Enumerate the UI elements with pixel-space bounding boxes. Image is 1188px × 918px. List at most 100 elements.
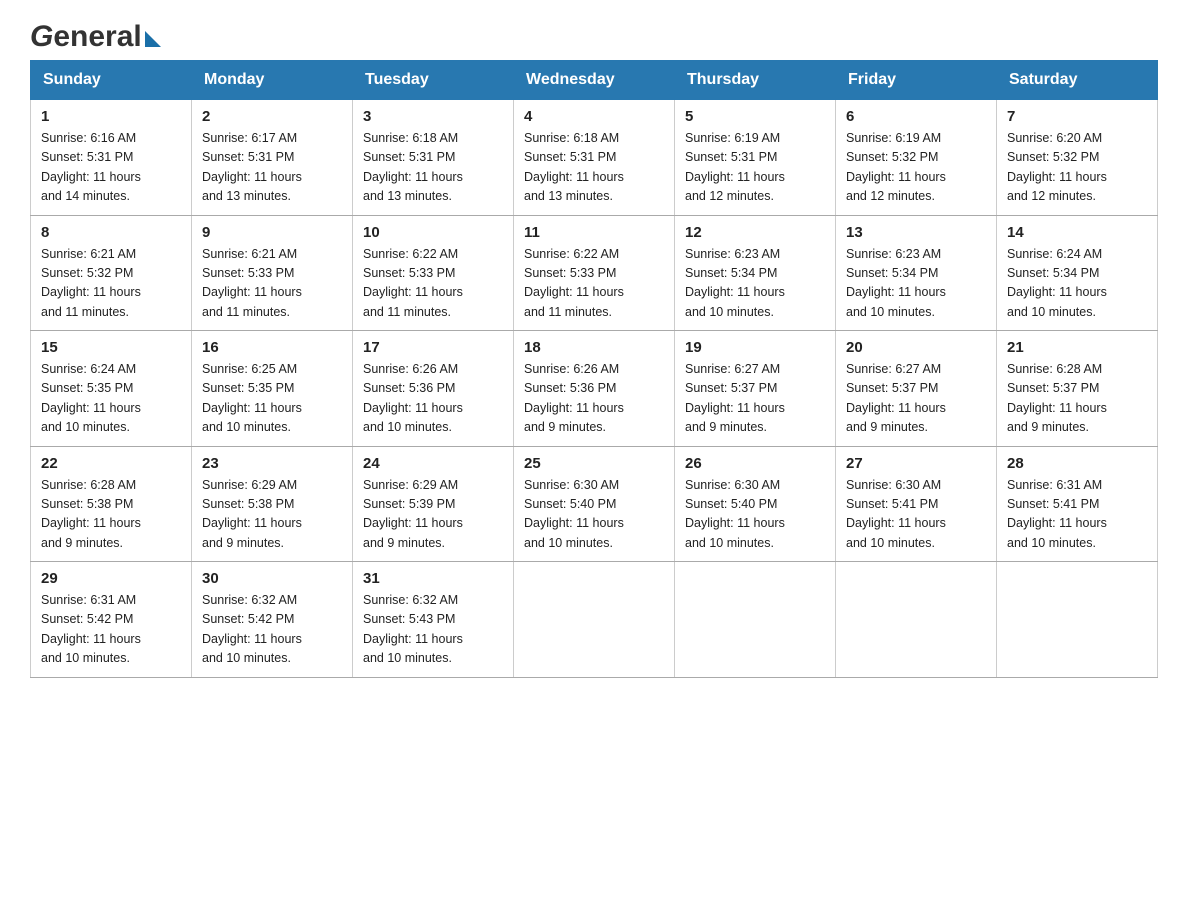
calendar-week-row: 22 Sunrise: 6:28 AMSunset: 5:38 PMDaylig… <box>31 446 1158 562</box>
day-number: 27 <box>846 455 986 472</box>
calendar-cell: 16 Sunrise: 6:25 AMSunset: 5:35 PMDaylig… <box>192 331 353 447</box>
calendar-cell: 30 Sunrise: 6:32 AMSunset: 5:42 PMDaylig… <box>192 562 353 678</box>
day-info: Sunrise: 6:31 AMSunset: 5:42 PMDaylight:… <box>41 591 181 669</box>
day-info: Sunrise: 6:16 AMSunset: 5:31 PMDaylight:… <box>41 129 181 207</box>
day-info: Sunrise: 6:23 AMSunset: 5:34 PMDaylight:… <box>685 245 825 323</box>
calendar-table: SundayMondayTuesdayWednesdayThursdayFrid… <box>30 60 1158 678</box>
day-info: Sunrise: 6:29 AMSunset: 5:38 PMDaylight:… <box>202 476 342 554</box>
calendar-cell: 3 Sunrise: 6:18 AMSunset: 5:31 PMDayligh… <box>353 100 514 216</box>
day-info: Sunrise: 6:22 AMSunset: 5:33 PMDaylight:… <box>524 245 664 323</box>
day-info: Sunrise: 6:30 AMSunset: 5:40 PMDaylight:… <box>685 476 825 554</box>
day-number: 19 <box>685 339 825 356</box>
day-number: 12 <box>685 224 825 241</box>
day-info: Sunrise: 6:29 AMSunset: 5:39 PMDaylight:… <box>363 476 503 554</box>
day-number: 17 <box>363 339 503 356</box>
day-info: Sunrise: 6:31 AMSunset: 5:41 PMDaylight:… <box>1007 476 1147 554</box>
header-saturday: Saturday <box>997 61 1158 100</box>
calendar-cell: 26 Sunrise: 6:30 AMSunset: 5:40 PMDaylig… <box>675 446 836 562</box>
day-info: Sunrise: 6:26 AMSunset: 5:36 PMDaylight:… <box>524 360 664 438</box>
day-number: 15 <box>41 339 181 356</box>
day-number: 20 <box>846 339 986 356</box>
day-number: 21 <box>1007 339 1147 356</box>
day-info: Sunrise: 6:22 AMSunset: 5:33 PMDaylight:… <box>363 245 503 323</box>
day-number: 7 <box>1007 108 1147 125</box>
calendar-cell: 7 Sunrise: 6:20 AMSunset: 5:32 PMDayligh… <box>997 100 1158 216</box>
day-number: 28 <box>1007 455 1147 472</box>
calendar-cell: 9 Sunrise: 6:21 AMSunset: 5:33 PMDayligh… <box>192 215 353 331</box>
calendar-cell: 18 Sunrise: 6:26 AMSunset: 5:36 PMDaylig… <box>514 331 675 447</box>
day-info: Sunrise: 6:18 AMSunset: 5:31 PMDaylight:… <box>524 129 664 207</box>
calendar-header-row: SundayMondayTuesdayWednesdayThursdayFrid… <box>31 61 1158 100</box>
day-info: Sunrise: 6:28 AMSunset: 5:37 PMDaylight:… <box>1007 360 1147 438</box>
logo-eneral: eneral <box>53 20 141 54</box>
day-info: Sunrise: 6:27 AMSunset: 5:37 PMDaylight:… <box>846 360 986 438</box>
calendar-cell: 11 Sunrise: 6:22 AMSunset: 5:33 PMDaylig… <box>514 215 675 331</box>
day-number: 2 <box>202 108 342 125</box>
calendar-cell: 14 Sunrise: 6:24 AMSunset: 5:34 PMDaylig… <box>997 215 1158 331</box>
day-number: 26 <box>685 455 825 472</box>
day-number: 11 <box>524 224 664 241</box>
calendar-cell: 20 Sunrise: 6:27 AMSunset: 5:37 PMDaylig… <box>836 331 997 447</box>
calendar-cell: 1 Sunrise: 6:16 AMSunset: 5:31 PMDayligh… <box>31 100 192 216</box>
logo-row1: G eneral <box>30 20 161 54</box>
calendar-cell: 28 Sunrise: 6:31 AMSunset: 5:41 PMDaylig… <box>997 446 1158 562</box>
calendar-cell: 6 Sunrise: 6:19 AMSunset: 5:32 PMDayligh… <box>836 100 997 216</box>
day-info: Sunrise: 6:27 AMSunset: 5:37 PMDaylight:… <box>685 360 825 438</box>
day-number: 3 <box>363 108 503 125</box>
calendar-week-row: 29 Sunrise: 6:31 AMSunset: 5:42 PMDaylig… <box>31 562 1158 678</box>
day-number: 13 <box>846 224 986 241</box>
header-thursday: Thursday <box>675 61 836 100</box>
day-info: Sunrise: 6:18 AMSunset: 5:31 PMDaylight:… <box>363 129 503 207</box>
calendar-cell: 25 Sunrise: 6:30 AMSunset: 5:40 PMDaylig… <box>514 446 675 562</box>
day-number: 18 <box>524 339 664 356</box>
day-number: 24 <box>363 455 503 472</box>
calendar-cell: 2 Sunrise: 6:17 AMSunset: 5:31 PMDayligh… <box>192 100 353 216</box>
header-friday: Friday <box>836 61 997 100</box>
header-wednesday: Wednesday <box>514 61 675 100</box>
day-number: 9 <box>202 224 342 241</box>
calendar-cell: 23 Sunrise: 6:29 AMSunset: 5:38 PMDaylig… <box>192 446 353 562</box>
day-number: 25 <box>524 455 664 472</box>
day-number: 6 <box>846 108 986 125</box>
logo: G eneral <box>30 20 161 50</box>
day-info: Sunrise: 6:30 AMSunset: 5:41 PMDaylight:… <box>846 476 986 554</box>
calendar-week-row: 1 Sunrise: 6:16 AMSunset: 5:31 PMDayligh… <box>31 100 1158 216</box>
logo-triangle-icon <box>145 31 161 47</box>
calendar-cell <box>675 562 836 678</box>
day-info: Sunrise: 6:24 AMSunset: 5:35 PMDaylight:… <box>41 360 181 438</box>
day-number: 29 <box>41 570 181 587</box>
day-info: Sunrise: 6:17 AMSunset: 5:31 PMDaylight:… <box>202 129 342 207</box>
calendar-cell: 10 Sunrise: 6:22 AMSunset: 5:33 PMDaylig… <box>353 215 514 331</box>
day-info: Sunrise: 6:23 AMSunset: 5:34 PMDaylight:… <box>846 245 986 323</box>
day-info: Sunrise: 6:19 AMSunset: 5:32 PMDaylight:… <box>846 129 986 207</box>
day-info: Sunrise: 6:20 AMSunset: 5:32 PMDaylight:… <box>1007 129 1147 207</box>
calendar-cell <box>514 562 675 678</box>
calendar-cell: 5 Sunrise: 6:19 AMSunset: 5:31 PMDayligh… <box>675 100 836 216</box>
calendar-week-row: 15 Sunrise: 6:24 AMSunset: 5:35 PMDaylig… <box>31 331 1158 447</box>
day-info: Sunrise: 6:32 AMSunset: 5:42 PMDaylight:… <box>202 591 342 669</box>
header-sunday: Sunday <box>31 61 192 100</box>
day-number: 14 <box>1007 224 1147 241</box>
day-info: Sunrise: 6:26 AMSunset: 5:36 PMDaylight:… <box>363 360 503 438</box>
page-header: G eneral <box>30 20 1158 50</box>
day-info: Sunrise: 6:28 AMSunset: 5:38 PMDaylight:… <box>41 476 181 554</box>
day-number: 10 <box>363 224 503 241</box>
day-number: 4 <box>524 108 664 125</box>
day-info: Sunrise: 6:24 AMSunset: 5:34 PMDaylight:… <box>1007 245 1147 323</box>
calendar-cell: 22 Sunrise: 6:28 AMSunset: 5:38 PMDaylig… <box>31 446 192 562</box>
calendar-cell <box>836 562 997 678</box>
calendar-cell: 21 Sunrise: 6:28 AMSunset: 5:37 PMDaylig… <box>997 331 1158 447</box>
day-info: Sunrise: 6:30 AMSunset: 5:40 PMDaylight:… <box>524 476 664 554</box>
calendar-cell: 13 Sunrise: 6:23 AMSunset: 5:34 PMDaylig… <box>836 215 997 331</box>
day-number: 8 <box>41 224 181 241</box>
day-number: 1 <box>41 108 181 125</box>
day-info: Sunrise: 6:25 AMSunset: 5:35 PMDaylight:… <box>202 360 342 438</box>
header-tuesday: Tuesday <box>353 61 514 100</box>
day-number: 16 <box>202 339 342 356</box>
day-number: 22 <box>41 455 181 472</box>
calendar-cell: 15 Sunrise: 6:24 AMSunset: 5:35 PMDaylig… <box>31 331 192 447</box>
calendar-cell: 27 Sunrise: 6:30 AMSunset: 5:41 PMDaylig… <box>836 446 997 562</box>
day-number: 23 <box>202 455 342 472</box>
calendar-cell <box>997 562 1158 678</box>
calendar-cell: 4 Sunrise: 6:18 AMSunset: 5:31 PMDayligh… <box>514 100 675 216</box>
